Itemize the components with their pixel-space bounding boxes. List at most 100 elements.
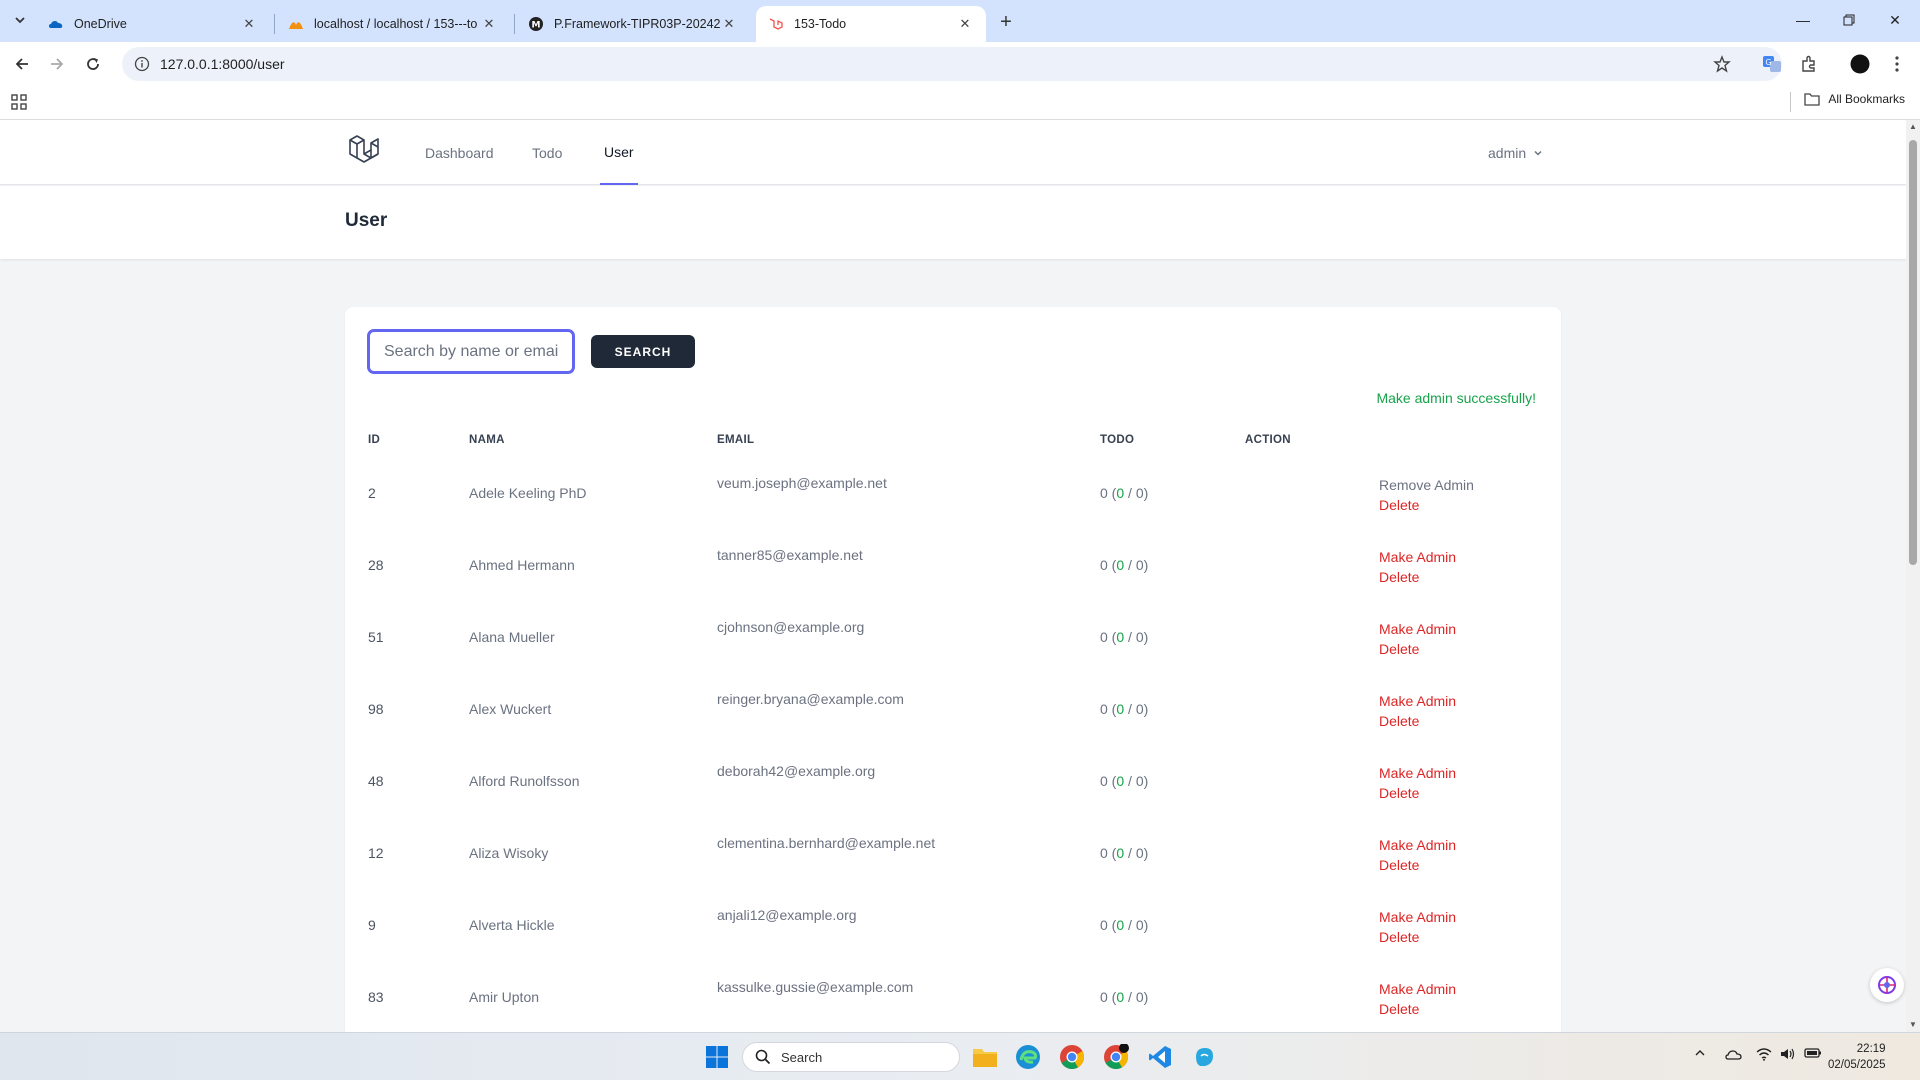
chrome-profile-icon[interactable] — [1099, 1040, 1133, 1074]
user-name-cell: Alverta Hickle — [469, 917, 555, 933]
user-id: 48 — [368, 773, 384, 789]
tab-separator — [274, 14, 275, 34]
search-button[interactable]: SEARCH — [591, 335, 695, 368]
window-close-icon[interactable]: ✕ — [1872, 0, 1918, 40]
make-admin-link[interactable]: Make Admin — [1379, 619, 1456, 639]
volume-icon[interactable] — [1780, 1047, 1796, 1064]
page-viewport: Dashboard Todo User admin User SEARCH Ma… — [0, 120, 1906, 1032]
delete-link[interactable]: Delete — [1379, 639, 1456, 659]
folder-icon — [1804, 93, 1820, 106]
back-icon[interactable] — [9, 51, 35, 77]
system-clock[interactable]: 22:19 02/05/2025 — [1828, 1041, 1886, 1073]
tab-search-icon[interactable] — [8, 8, 32, 32]
all-bookmarks-button[interactable]: All Bookmarks — [1804, 92, 1905, 106]
search-input[interactable] — [367, 329, 575, 374]
user-name-cell: Alex Wuckert — [469, 701, 552, 717]
delete-link[interactable]: Delete — [1379, 567, 1456, 587]
show-hidden-icons[interactable] — [1694, 1047, 1706, 1061]
user-email: reinger.bryana@example.com — [717, 691, 904, 707]
delete-link[interactable]: Delete — [1379, 855, 1456, 875]
delete-link[interactable]: Delete — [1379, 711, 1456, 731]
address-bar[interactable]: 127.0.0.1:8000/user — [122, 47, 1782, 81]
remove-admin-link[interactable]: Remove Admin — [1379, 475, 1474, 495]
wifi-icon[interactable] — [1756, 1047, 1772, 1064]
profile-avatar[interactable] — [1848, 52, 1872, 76]
vscode-icon[interactable] — [1143, 1040, 1177, 1074]
laravel-logo[interactable] — [346, 134, 382, 170]
forward-icon[interactable] — [44, 51, 70, 77]
close-icon[interactable]: ✕ — [956, 15, 974, 33]
scrollbar-thumb[interactable] — [1909, 140, 1917, 565]
make-admin-link[interactable]: Make Admin — [1379, 763, 1456, 783]
extensions-icon[interactable] — [1797, 52, 1821, 76]
bookmarks-bar: All Bookmarks — [0, 84, 1920, 120]
row-actions: Make Admin Delete — [1379, 619, 1456, 659]
all-bookmarks-label: All Bookmarks — [1828, 92, 1905, 106]
delete-link[interactable]: Delete — [1379, 927, 1456, 947]
assistant-icon[interactable] — [1870, 968, 1904, 1002]
new-tab-button[interactable]: + — [993, 9, 1019, 35]
bookmark-star-icon[interactable] — [1710, 52, 1734, 76]
menu-icon[interactable] — [1885, 52, 1909, 76]
success-message: Make admin successfully! — [1376, 390, 1536, 406]
page-scrollbar[interactable]: ▲ ▼ — [1906, 120, 1920, 1032]
table-row: 98 Alex Wuckert reinger.bryana@example.c… — [345, 673, 1561, 745]
minimize-icon[interactable]: — — [1780, 0, 1826, 40]
close-icon[interactable]: ✕ — [240, 15, 258, 33]
windows-taskbar: Search 22:19 02/05/2025 — [0, 1032, 1920, 1080]
delete-link[interactable]: Delete — [1379, 783, 1456, 803]
row-actions: Make Admin Delete — [1379, 979, 1456, 1019]
column-header-nama: NAMA — [469, 434, 505, 446]
onedrive-tray-icon[interactable] — [1725, 1047, 1743, 1064]
chrome-icon[interactable] — [1055, 1040, 1089, 1074]
tab-framework[interactable]: M P.Framework-TIPR03P-20242: P ✕ — [516, 6, 750, 42]
page-title: User — [345, 210, 388, 231]
user-menu-dropdown[interactable]: admin — [1488, 120, 1543, 185]
table-row: 2 Adele Keeling PhD veum.joseph@example.… — [345, 457, 1561, 529]
row-actions: Remove Admin Delete — [1379, 475, 1474, 515]
close-icon[interactable]: ✕ — [480, 15, 498, 33]
restore-icon[interactable] — [1826, 0, 1872, 40]
user-id: 98 — [368, 701, 384, 717]
translate-icon[interactable]: G — [1760, 52, 1784, 76]
user-id: 2 — [368, 485, 376, 501]
taskbar-search-label: Search — [781, 1049, 823, 1065]
windows-start-icon[interactable] — [700, 1040, 734, 1074]
tab-phpmyadmin[interactable]: localhost / localhost / 153---to ✕ — [276, 6, 510, 42]
nav-todo[interactable]: Todo — [532, 120, 562, 185]
scroll-up-icon[interactable]: ▲ — [1908, 122, 1918, 132]
table-row: 51 Alana Mueller cjohnson@example.org 0 … — [345, 601, 1561, 673]
close-icon[interactable]: ✕ — [720, 15, 738, 33]
user-email: kassulke.gussie@example.com — [717, 979, 914, 995]
delete-link[interactable]: Delete — [1379, 999, 1456, 1019]
make-admin-link[interactable]: Make Admin — [1379, 547, 1456, 567]
table-row: 28 Ahmed Hermann tanner85@example.net 0 … — [345, 529, 1561, 601]
make-admin-link[interactable]: Make Admin — [1379, 691, 1456, 711]
tab-onedrive[interactable]: OneDrive ✕ — [36, 6, 270, 42]
column-header-todo: TODO — [1100, 434, 1135, 446]
user-email: anjali12@example.org — [717, 907, 857, 923]
copilot-icon[interactable] — [1187, 1040, 1221, 1074]
row-actions: Make Admin Delete — [1379, 835, 1456, 875]
apps-grid-icon[interactable] — [10, 93, 28, 111]
file-explorer-icon[interactable] — [968, 1040, 1002, 1074]
nav-dashboard[interactable]: Dashboard — [425, 120, 494, 185]
table-row: 83 Amir Upton kassulke.gussie@example.co… — [345, 961, 1561, 1032]
site-info-icon[interactable] — [134, 56, 150, 72]
make-admin-link[interactable]: Make Admin — [1379, 907, 1456, 927]
make-admin-link[interactable]: Make Admin — [1379, 835, 1456, 855]
tab-153-todo[interactable]: 153-Todo ✕ — [756, 6, 986, 42]
make-admin-link[interactable]: Make Admin — [1379, 979, 1456, 999]
delete-link[interactable]: Delete — [1379, 495, 1474, 515]
scroll-down-icon[interactable]: ▼ — [1908, 1020, 1918, 1030]
taskbar-search[interactable]: Search — [742, 1042, 960, 1072]
tab-title: P.Framework-TIPR03P-20242: P — [554, 17, 720, 31]
todo-count: 0 (0 / 0) — [1100, 845, 1149, 861]
reload-icon[interactable] — [80, 51, 106, 77]
todo-count: 0 (0 / 0) — [1100, 557, 1149, 573]
nav-user[interactable]: User — [600, 120, 638, 185]
app-navigation: Dashboard Todo User admin — [0, 120, 1906, 185]
todo-count: 0 (0 / 0) — [1100, 989, 1149, 1005]
edge-icon[interactable] — [1011, 1040, 1045, 1074]
battery-icon[interactable] — [1804, 1047, 1822, 1062]
